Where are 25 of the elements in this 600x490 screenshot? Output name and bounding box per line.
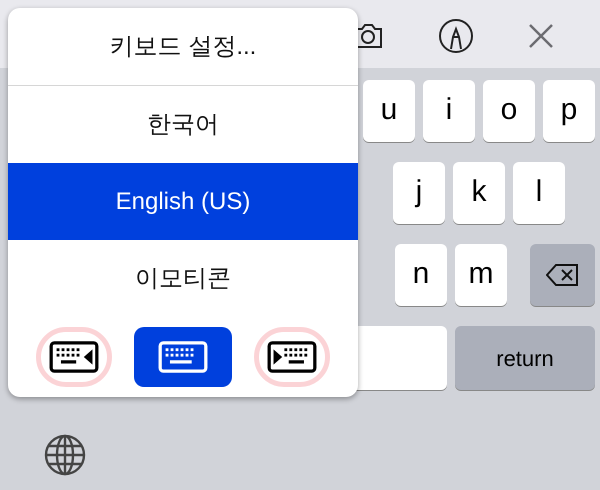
language-item[interactable]: English (US) [8, 163, 358, 240]
keyboard-layout-button[interactable] [36, 327, 112, 387]
letter-key[interactable]: j [393, 162, 445, 224]
keyboard-left-icon [49, 340, 99, 374]
keyboard-icon [158, 340, 208, 374]
language-item[interactable]: 이모티콘 [8, 240, 358, 317]
backspace-key[interactable] [530, 244, 595, 306]
letter-key[interactable]: l [513, 162, 565, 224]
letter-key[interactable]: k [453, 162, 505, 224]
letter-key[interactable]: p [543, 80, 595, 142]
pen-tip-icon[interactable] [438, 18, 474, 54]
globe-icon[interactable] [44, 434, 86, 476]
keyboard-settings-item[interactable]: 키보드 설정... [110, 28, 256, 64]
keyboard-layout-button[interactable] [254, 327, 330, 387]
backspace-icon [546, 263, 580, 287]
letter-key[interactable]: m [455, 244, 507, 306]
keyboard-layout-button[interactable] [134, 327, 232, 387]
letter-key[interactable]: n [395, 244, 447, 306]
letter-key[interactable]: u [363, 80, 415, 142]
close-icon[interactable] [528, 23, 554, 49]
return-key[interactable]: return [455, 326, 595, 390]
language-item[interactable]: 한국어 [8, 86, 358, 163]
keyboard-right-icon [267, 340, 317, 374]
letter-key[interactable]: i [423, 80, 475, 142]
letter-key[interactable]: o [483, 80, 535, 142]
